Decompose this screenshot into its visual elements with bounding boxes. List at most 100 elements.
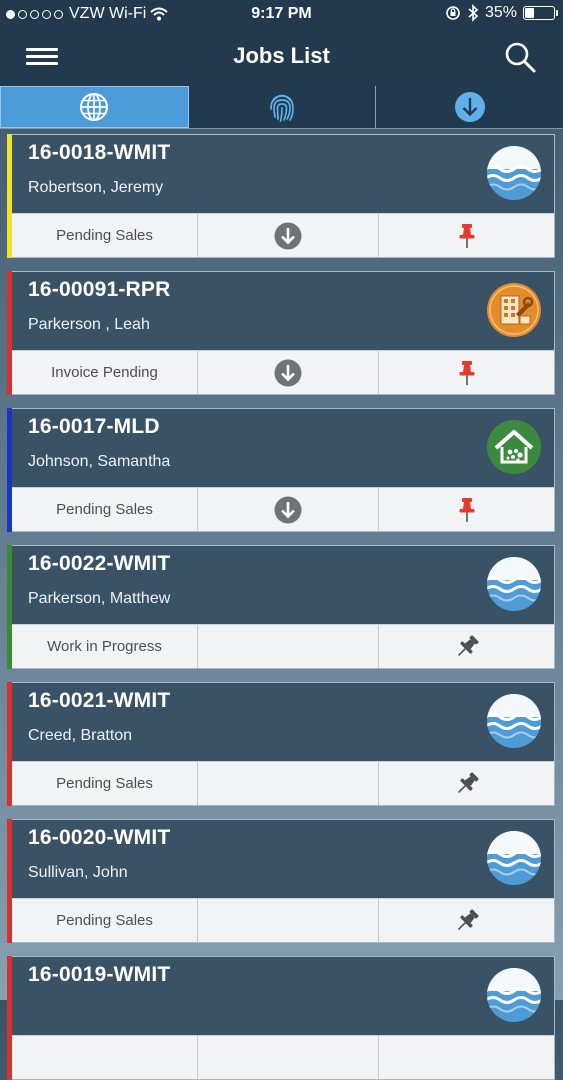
job-card[interactable]: 16-0021-WMIT Creed, Bratton Pending Sale… [7,682,555,806]
job-card[interactable]: 16-0018-WMIT Robertson, Jeremy Pending S… [7,134,555,258]
battery-icon [523,6,558,20]
bluetooth-icon [468,4,479,22]
job-status-label: Work in Progress [12,625,198,668]
water-icon [487,968,541,1022]
carrier-label: VZW Wi-Fi [69,5,147,22]
job-status-label: Pending Sales [12,214,198,257]
water-icon [487,694,541,748]
pushpin-gray-icon [457,771,479,793]
job-pin-cell[interactable] [379,899,554,942]
water-icon-wrapper [486,830,542,886]
job-pin-cell[interactable] [379,214,554,257]
tab-downloads[interactable] [376,86,563,128]
battery-fill [525,8,534,18]
job-number: 16-0019-WMIT [28,963,171,986]
job-client-name: Creed, Bratton [28,727,133,744]
job-number: 16-0022-WMIT [28,552,171,575]
job-download-cell[interactable] [198,762,379,805]
job-pin-cell[interactable] [379,1036,554,1079]
pushpin-gray-icon [457,908,479,930]
job-card[interactable]: 16-0019-WMIT [7,956,555,1080]
download-icon [274,496,302,523]
signal-dot [6,9,15,19]
job-card[interactable]: 16-0020-WMIT Sullivan, John Pending Sale… [7,819,555,943]
water-icon [487,146,541,200]
filter-tabs [0,86,563,129]
page-title: Jobs List [233,43,330,68]
download-icon [274,222,302,249]
job-card[interactable]: 16-00091-RPR Parkerson , Leah Invoice Pe… [7,271,555,395]
job-number: 16-0018-WMIT [28,141,171,164]
search-button[interactable] [503,40,537,74]
job-header: 16-0022-WMIT Parkerson, Matthew [12,546,554,626]
download-icon [274,359,302,386]
tab-globe[interactable] [0,86,189,128]
water-icon-wrapper [486,967,542,1023]
job-download-cell[interactable] [198,488,379,531]
job-download-cell[interactable] [198,1036,379,1079]
pushpin-red-icon [459,223,474,248]
pushpin-red-icon [459,497,474,522]
job-status-label: Pending Sales [12,762,198,805]
tab-fingerprint[interactable] [189,86,377,128]
fingerprint-icon [270,94,294,122]
pushpin-red-icon [459,360,474,385]
job-header: 16-0018-WMIT Robertson, Jeremy [12,135,554,215]
signal-strength-icon [6,9,63,19]
job-header: 16-0019-WMIT [12,957,554,1037]
building-repair-icon [487,283,541,337]
job-download-cell[interactable] [198,351,379,394]
job-client-name: Parkerson , Leah [28,316,150,333]
water-icon-wrapper [486,145,542,201]
signal-dot [42,9,51,19]
job-status-label [12,1036,198,1079]
job-card[interactable]: 16-0022-WMIT Parkerson, Matthew Work in … [7,545,555,669]
battery-percent: 35% [484,4,517,21]
water-icon [487,557,541,611]
water-icon [487,831,541,885]
job-footer: Pending Sales [12,487,554,531]
job-footer: Work in Progress [12,624,554,668]
job-number: 16-0021-WMIT [28,689,171,712]
job-header: 16-0021-WMIT Creed, Bratton [12,683,554,763]
nav-bar: Jobs List [0,30,563,86]
job-number: 16-0017-MLD [28,415,160,438]
job-pin-cell[interactable] [379,762,554,805]
status-bar: VZW Wi-Fi 9:17 PM 35% [0,0,563,30]
pushpin-gray-icon [457,634,479,656]
wifi-icon [150,7,168,21]
job-footer: Pending Sales [12,213,554,257]
job-pin-cell[interactable] [379,625,554,668]
globe-icon [80,93,109,121]
job-pin-cell[interactable] [379,488,554,531]
job-download-cell[interactable] [198,214,379,257]
mold-house-icon [487,420,541,474]
job-client-name: Parkerson, Matthew [28,590,171,607]
orientation-lock-icon [446,6,460,20]
mold-house-icon-wrapper [486,419,542,475]
job-number: 16-0020-WMIT [28,826,171,849]
job-client-name: Sullivan, John [28,864,128,881]
job-footer: Pending Sales [12,761,554,805]
building-repair-icon-wrapper [486,282,542,338]
signal-dot [30,9,39,19]
water-icon-wrapper [486,556,542,612]
signal-dot [18,9,27,19]
job-number: 16-00091-RPR [28,278,171,301]
job-client-name: Robertson, Jeremy [28,179,164,196]
job-header: 16-0020-WMIT Sullivan, John [12,820,554,900]
job-status-label: Pending Sales [12,488,198,531]
job-download-cell[interactable] [198,625,379,668]
job-card[interactable]: 16-0017-MLD Johnson, Samantha Pending Sa… [7,408,555,532]
signal-dot [54,9,63,19]
water-icon-wrapper [486,693,542,749]
search-icon [505,42,536,73]
job-header: 16-00091-RPR Parkerson , Leah [12,272,554,352]
job-footer [12,1035,554,1079]
download-circle-icon [454,92,485,122]
job-status-label: Invoice Pending [12,351,198,394]
job-pin-cell[interactable] [379,351,554,394]
job-status-label: Pending Sales [12,899,198,942]
job-header: 16-0017-MLD Johnson, Samantha [12,409,554,489]
job-download-cell[interactable] [198,899,379,942]
